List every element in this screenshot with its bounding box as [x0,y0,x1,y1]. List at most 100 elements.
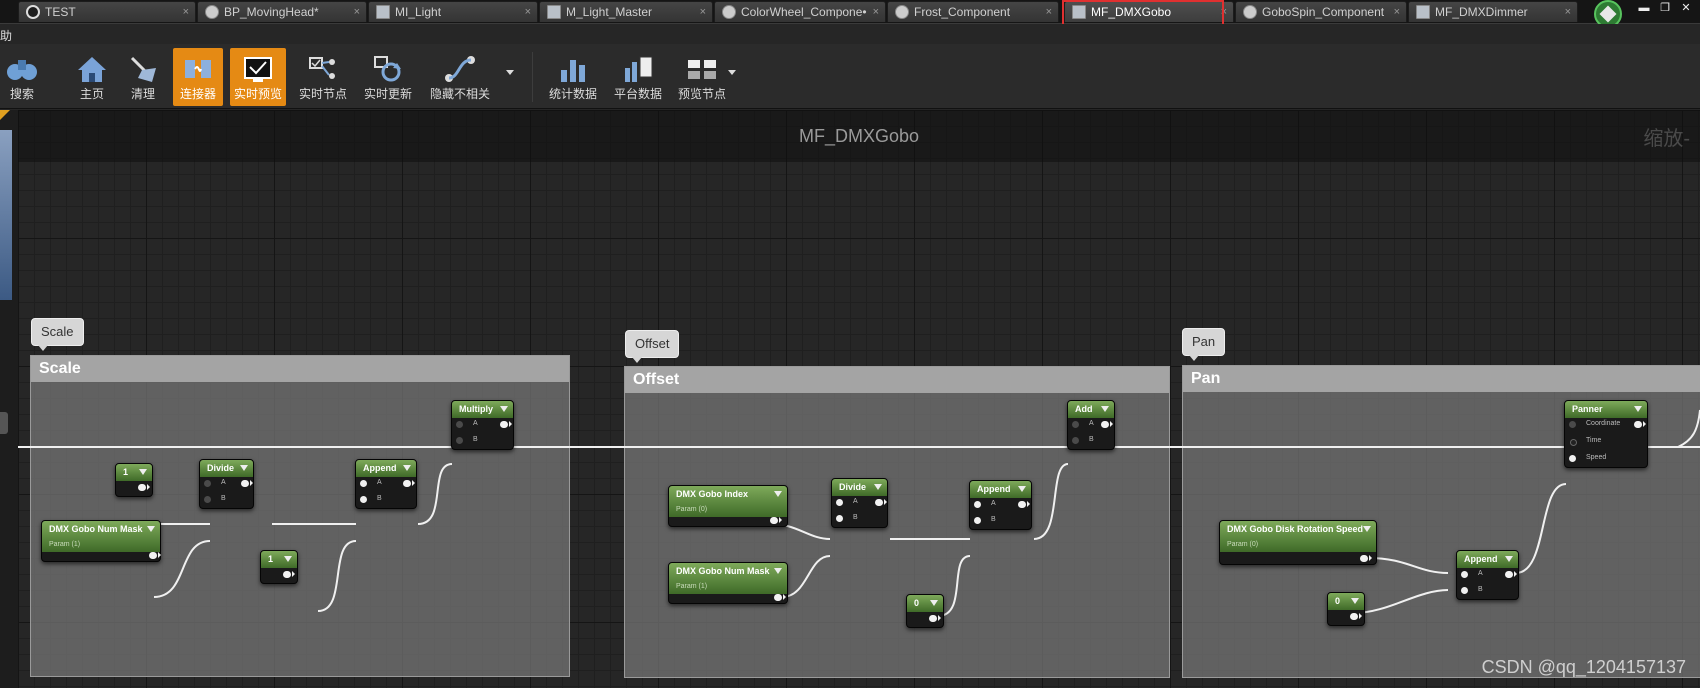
add-node[interactable]: Add A B [1067,400,1115,450]
hide-unrelated-button[interactable]: 隐藏不相关 [425,48,495,106]
panner-node[interactable]: Panner Coordinate Time Speed [1564,400,1648,468]
output-pin[interactable] [149,552,161,559]
stats-button[interactable]: 统计数据 [545,48,601,106]
output-pin[interactable] [138,484,150,491]
live-update-button[interactable]: 实时更新 [360,48,416,106]
expand-icon[interactable] [930,600,938,606]
output-pin[interactable] [283,571,295,578]
clean-label: 清理 [130,87,155,101]
tab-frost-component[interactable]: Frost_Component × [887,1,1059,22]
expand-icon[interactable] [1018,486,1026,492]
close-icon[interactable]: × [183,2,189,22]
pin-label: B [473,436,478,443]
home-button[interactable]: 主页 [67,48,117,106]
tab-colorwheel-component[interactable]: ColorWheel_Compone• × [714,1,886,22]
output-pin[interactable] [774,594,786,601]
tab-bp-movinghead[interactable]: BP_MovingHead* × [197,1,367,22]
close-window-icon[interactable]: ✕ [1678,2,1694,14]
expand-icon[interactable] [1363,526,1371,532]
preview-node-button[interactable]: 预览节点 [672,48,732,106]
multiply-node[interactable]: Multiply A B [451,400,514,450]
restore-icon[interactable]: ❐ [1657,2,1673,14]
menu-bar: 助 [0,24,1700,44]
divide-node[interactable]: Divide A B [199,459,254,509]
node-subtitle: Param (0) [676,506,708,513]
pin-dot [1461,587,1468,594]
dmx-gobo-index-node[interactable]: DMX Gobo Index Param (0) [668,485,788,527]
wire-append-multiply-a [417,463,453,525]
constant-node[interactable]: 1 [260,550,298,584]
close-icon[interactable]: × [1046,2,1052,22]
collapse-handle[interactable] [0,412,8,434]
expand-icon[interactable] [774,568,782,574]
node-header: 1 [116,464,152,481]
tab-mf-dmxdimmer[interactable]: MF_DMXDimmer × [1408,1,1578,22]
output-pin[interactable] [1350,613,1362,620]
constant-node[interactable]: 0 [1327,592,1365,626]
node-title: Divide [839,482,867,492]
live-preview-button[interactable]: 实时预览 [230,48,286,106]
expand-icon[interactable] [1505,556,1513,562]
dmx-gobo-num-mask-node[interactable]: DMX Gobo Num Mask Param (1) [41,520,161,562]
close-icon[interactable]: × [1394,2,1400,22]
tab-mi-light[interactable]: MI_Light × [368,1,538,22]
search-button[interactable]: 搜索 [0,48,44,106]
output-pin[interactable] [875,499,887,506]
close-icon[interactable]: × [525,2,531,22]
close-icon[interactable]: × [354,2,360,22]
output-pin[interactable] [241,480,253,487]
live-nodes-button[interactable]: 实时节点 [295,48,351,106]
expand-icon[interactable] [240,465,248,471]
expand-icon[interactable] [1101,406,1109,412]
tab-gobospin-component[interactable]: GoboSpin_Component × [1235,1,1407,22]
chevron-down-icon[interactable] [506,70,514,75]
expand-icon[interactable] [500,406,508,412]
tab-m-light-master[interactable]: M_Light_Master × [539,1,713,22]
output-pin[interactable] [1505,571,1517,578]
chevron-down-icon[interactable] [728,70,736,75]
append-node[interactable]: Append A B [355,459,417,509]
expand-icon[interactable] [139,469,147,475]
expand-icon[interactable] [1634,406,1642,412]
clean-button[interactable]: 清理 [118,48,168,106]
pin-label: B [1089,436,1094,443]
pin-label: B [991,516,996,523]
expand-icon[interactable] [284,556,292,562]
output-pin[interactable] [1101,421,1113,428]
append-node[interactable]: Append A B [1456,550,1519,600]
constant-node[interactable]: 1 [115,463,153,497]
output-pin[interactable] [770,517,782,524]
expand-icon[interactable] [403,465,411,471]
node-header: Divide [832,479,887,496]
wire-nummask-divide-b [781,555,831,598]
output-pin[interactable] [500,421,512,428]
output-pin[interactable] [929,615,941,622]
platform-stats-button[interactable]: 平台数据 [609,48,667,106]
menu-help[interactable]: 助 [0,27,12,44]
output-pin[interactable] [1018,501,1030,508]
node-title: Multiply [459,404,493,414]
minimize-icon[interactable]: ▬ [1636,2,1652,14]
output-pin[interactable] [1634,421,1646,428]
close-icon[interactable]: × [1565,2,1571,22]
output-pin[interactable] [1360,555,1372,562]
close-icon[interactable]: × [700,2,706,22]
output-pin[interactable] [403,480,415,487]
divide-node[interactable]: Divide A B [831,478,888,528]
connectors-button[interactable]: 连接器 [173,48,223,106]
material-graph-canvas[interactable]: MF_DMXGobo 缩放- Scale Scale Offset Offset… [18,110,1700,688]
expand-icon[interactable] [1351,598,1359,604]
append-node[interactable]: Append A B [969,480,1032,530]
constant-node[interactable]: 0 [906,594,944,628]
panner-output-wire [1677,409,1700,448]
expand-icon[interactable] [874,484,882,490]
pin-dot [1570,439,1577,446]
viewport-preview[interactable] [0,130,12,300]
tab-test[interactable]: TEST × [18,1,196,22]
dmx-gobo-num-mask-node[interactable]: DMX Gobo Num Mask Param (1) [668,562,788,604]
expand-icon[interactable] [774,491,782,497]
expand-icon[interactable] [147,526,155,532]
close-icon[interactable]: × [873,2,879,22]
tab-label: TEST [45,5,76,19]
dmx-gobo-disk-rotation-speed-node[interactable]: DMX Gobo Disk Rotation Speed Param (0) [1219,520,1377,565]
